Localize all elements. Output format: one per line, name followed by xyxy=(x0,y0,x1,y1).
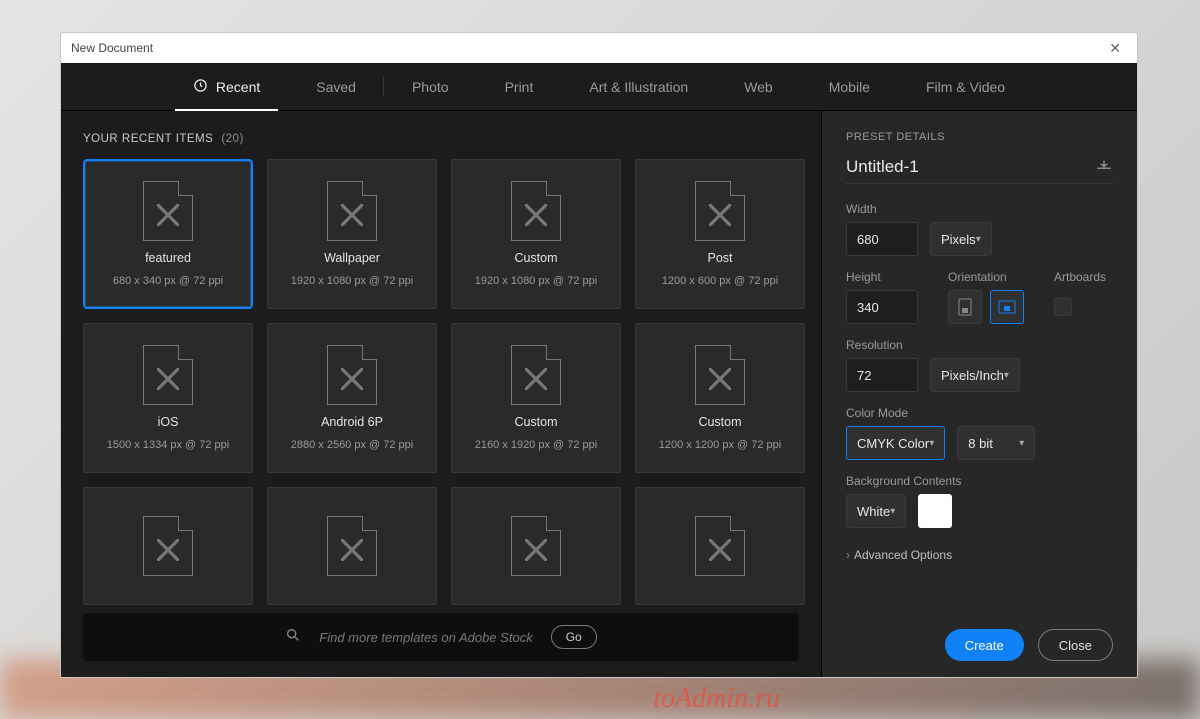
preset-dimensions: 1920 x 1080 px @ 72 ppi xyxy=(291,275,413,287)
resolution-input[interactable]: 72 xyxy=(846,358,918,392)
preset-dimensions: 1200 x 1200 px @ 72 ppi xyxy=(659,439,781,451)
close-button[interactable]: Close xyxy=(1038,629,1113,661)
document-icon xyxy=(327,181,377,241)
height-label: Height xyxy=(846,270,918,284)
tab-saved[interactable]: Saved xyxy=(288,63,384,111)
preset-dimensions: 2160 x 1920 px @ 72 ppi xyxy=(475,439,597,451)
resolution-label: Resolution xyxy=(846,338,1113,352)
background-swatch[interactable] xyxy=(918,494,952,528)
width-input[interactable]: 680 xyxy=(846,222,918,256)
preset-name: featured xyxy=(145,251,191,265)
close-icon[interactable]: ✕ xyxy=(1103,38,1127,59)
advanced-options-toggle[interactable]: Advanced Options xyxy=(846,548,1113,562)
width-label: Width xyxy=(846,202,1113,216)
orientation-label: Orientation xyxy=(948,270,1024,284)
tab-art-illustration[interactable]: Art & Illustration xyxy=(561,63,716,111)
background-select[interactable]: White▾ xyxy=(846,494,906,528)
preset-dimensions: 1920 x 1080 px @ 72 ppi xyxy=(475,275,597,287)
tab-web[interactable]: Web xyxy=(716,63,801,111)
preset-dimensions: 2880 x 2560 px @ 72 ppi xyxy=(291,439,413,451)
document-icon xyxy=(695,516,745,576)
search-icon xyxy=(285,627,301,648)
save-preset-icon[interactable] xyxy=(1095,159,1113,176)
search-placeholder[interactable]: Find more templates on Adobe Stock xyxy=(319,630,532,645)
tab-print[interactable]: Print xyxy=(477,63,562,111)
clock-icon xyxy=(193,78,208,96)
tab-mobile[interactable]: Mobile xyxy=(801,63,898,111)
color-mode-select[interactable]: CMYK Color▾ xyxy=(846,426,945,460)
document-icon xyxy=(143,516,193,576)
preset-card[interactable]: Custom 2160 x 1920 px @ 72 ppi xyxy=(451,323,621,473)
preset-card[interactable]: Post 1200 x 600 px @ 72 ppi xyxy=(635,159,805,309)
create-button[interactable]: Create xyxy=(945,629,1024,661)
tab-film-video[interactable]: Film & Video xyxy=(898,63,1033,111)
bit-depth-select[interactable]: 8 bit▾ xyxy=(957,426,1035,460)
artboards-label: Artboards xyxy=(1054,270,1106,284)
color-mode-label: Color Mode xyxy=(846,406,1113,420)
window-title: New Document xyxy=(71,41,153,55)
preset-name: Android 6P xyxy=(321,415,383,429)
preset-card[interactable]: Android 6P 2880 x 2560 px @ 72 ppi xyxy=(267,323,437,473)
preset-name: Custom xyxy=(514,251,557,265)
document-icon xyxy=(143,181,193,241)
preset-card[interactable]: Custom 1920 x 1080 px @ 72 ppi xyxy=(451,159,621,309)
title-bar: New Document ✕ xyxy=(61,33,1137,63)
preset-card[interactable]: iOS 1500 x 1334 px @ 72 ppi xyxy=(83,323,253,473)
preset-name: iOS xyxy=(158,415,179,429)
orientation-portrait-button[interactable] xyxy=(948,290,982,324)
preset-details-panel: PRESET DETAILS Untitled-1 Width 680 Pixe… xyxy=(822,111,1137,677)
document-icon xyxy=(327,516,377,576)
preset-name: Custom xyxy=(514,415,557,429)
section-header: YOUR RECENT ITEMS (20) xyxy=(83,133,821,159)
artboards-checkbox[interactable] xyxy=(1054,298,1072,316)
document-icon xyxy=(695,345,745,405)
document-icon xyxy=(143,345,193,405)
preset-details-label: PRESET DETAILS xyxy=(846,131,1113,143)
preset-dimensions: 680 x 340 px @ 72 ppi xyxy=(113,275,223,287)
tabs-bar: Recent Saved Photo Print Art & Illustrat… xyxy=(61,63,1137,111)
new-document-dialog: New Document ✕ Recent Saved Photo Print … xyxy=(60,32,1138,678)
preset-card[interactable] xyxy=(267,487,437,605)
width-unit-select[interactable]: Pixels▾ xyxy=(930,222,992,256)
document-icon xyxy=(327,345,377,405)
document-icon xyxy=(511,181,561,241)
resolution-unit-select[interactable]: Pixels/Inch▾ xyxy=(930,358,1020,392)
preset-card[interactable]: Custom 1200 x 1200 px @ 72 ppi xyxy=(635,323,805,473)
go-button[interactable]: Go xyxy=(551,625,597,649)
preset-card[interactable]: featured 680 x 340 px @ 72 ppi xyxy=(83,159,253,309)
presets-panel: YOUR RECENT ITEMS (20) featured 680 x 340… xyxy=(61,111,821,677)
preset-grid: featured 680 x 340 px @ 72 ppi Wallpaper 19… xyxy=(83,159,821,605)
background-label: Background Contents xyxy=(846,474,1113,488)
tab-recent[interactable]: Recent xyxy=(165,63,288,111)
preset-card[interactable]: Wallpaper 1920 x 1080 px @ 72 ppi xyxy=(267,159,437,309)
height-input[interactable]: 340 xyxy=(846,290,918,324)
document-icon xyxy=(511,516,561,576)
preset-dimensions: 1500 x 1334 px @ 72 ppi xyxy=(107,439,229,451)
preset-card[interactable] xyxy=(83,487,253,605)
document-icon xyxy=(695,181,745,241)
preset-name: Wallpaper xyxy=(324,251,380,265)
document-icon xyxy=(511,345,561,405)
preset-dimensions: 1200 x 600 px @ 72 ppi xyxy=(662,275,778,287)
document-title-input[interactable]: Untitled-1 xyxy=(846,157,919,177)
preset-card[interactable] xyxy=(451,487,621,605)
preset-card[interactable] xyxy=(635,487,805,605)
preset-name: Post xyxy=(707,251,732,265)
orientation-landscape-button[interactable] xyxy=(990,290,1024,324)
stock-search-bar: Find more templates on Adobe Stock Go xyxy=(83,613,799,661)
preset-name: Custom xyxy=(698,415,741,429)
tab-photo[interactable]: Photo xyxy=(384,63,477,111)
